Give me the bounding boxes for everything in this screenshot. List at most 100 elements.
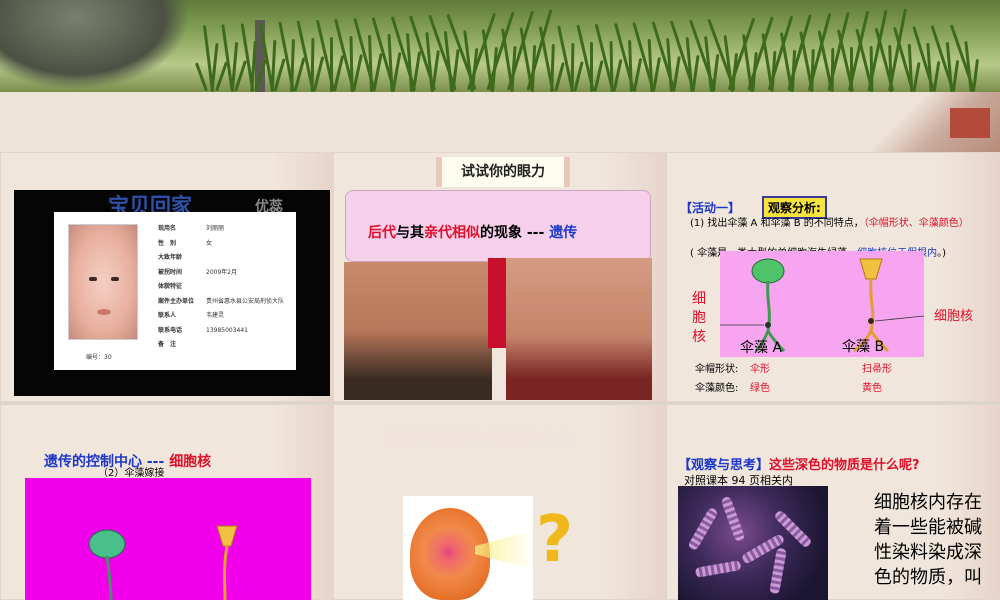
grass-blade [450,48,460,92]
color-a: 绿色 [750,383,770,394]
grass-blade [352,54,363,92]
text-offspring: 后代 [368,225,396,241]
grass-blade [609,40,613,92]
grass-blade [273,58,286,92]
info-row: 联系电话 13985003441 [158,324,284,339]
task-hint: （伞帽形状、伞藻颜色） [863,218,969,229]
grafting-svg [88,525,238,600]
grass-blade [907,43,913,92]
grass-blade [214,61,228,92]
info-row: 体貌特征 [158,280,284,295]
grass-blade [293,57,305,92]
grass-blade [612,59,623,92]
info-row: 大致年龄 [158,251,284,266]
info-value: 贵州省惠水县公安局刑侦大队 [206,297,285,305]
grass-blade [332,55,344,92]
card-number: 编号：30 [86,354,112,361]
grass-blade [711,53,719,92]
info-value: 刘丽丽 [206,225,225,232]
grass-blade [671,55,681,92]
task-line-1: (1) 找出伞藻 A 和伞藻 B 的不同特点，（伞帽形状、伞藻颜色） [690,218,980,230]
info-key: 体貌特征 [158,283,183,290]
info-key: 性 别 [158,239,177,247]
algae-a-label: 伞藻 A [740,340,783,356]
baby-photo [68,224,138,340]
grass-blade [951,59,960,92]
text-heredity: 遗传 [549,225,578,241]
info-key: 被拐时间 [158,268,183,276]
grass-blade [550,43,555,92]
baby-mouth [97,309,111,315]
info-value: 13985003441 [206,326,248,334]
grass-blade [691,54,700,92]
info-key: 案件主办单位 [158,297,195,305]
chromosome-icon [694,560,742,578]
grass-blade [371,53,383,92]
grafting-subtitle: （2）伞藻嫁接 [98,468,165,479]
grass-blade [912,61,921,92]
info-row: 现用名 刘丽丽 [158,222,284,237]
grass-blade [431,49,440,92]
scroll-title: 试试你的眼力 [436,157,570,187]
cap-shape-a: 伞形 [750,364,770,375]
info-value: 女 [206,239,213,247]
blank-slide-row [0,92,1000,152]
activity-label: 【活动一】 [680,201,741,215]
info-value: 2009年2月 [206,268,238,276]
grass-blade [573,61,584,92]
info-row: 性 别女 [158,237,284,252]
observe-box: 观察分析: [762,196,827,219]
text-with: 与其 [396,225,424,241]
text-parent-similar: 亲代相似 [424,225,480,241]
grass-blade [194,62,209,92]
grafting-algae-yellow-icon [216,525,238,600]
chromosome-icon [720,495,746,543]
photo-divider [488,258,506,348]
grass-blade [651,57,662,92]
cap-shape-b: 扫帚形 [862,364,892,375]
question-mark-icon: ? [536,503,574,577]
baby-eye [89,277,97,281]
grass-blade [411,51,421,92]
grass-blade [971,58,979,92]
grass-blade [553,62,565,92]
grass-blade [330,37,333,92]
title-bracket: 【观察与思考】 [678,458,770,473]
text-phenomenon: 的现象 --- [480,225,550,241]
grandfather-photo [506,258,652,400]
grass-blade [349,35,353,92]
grass-blade [932,60,940,92]
grass-blade [647,38,653,92]
color-label: 伞藻颜色: [695,383,739,394]
grass-blade [628,39,633,92]
info-value: 韦建灵 [206,312,225,319]
title-nucleus: 细胞核 [169,454,212,470]
corner-house-icon [950,108,990,138]
task-note-end: 。) [937,248,946,259]
info-key: 备 注 [158,341,177,348]
title-question: 这些深色的物质是什么呢? [769,458,920,473]
bird-image [0,0,190,90]
grass-blade [312,56,325,92]
faint-title: 细胞核是遗传的控制中心 [384,430,571,450]
chromosome-icon [769,547,787,595]
grass-blade [368,34,373,92]
color-b: 黄色 [862,383,882,394]
grafting-algae-green-icon [88,529,126,600]
grass-blade [590,42,593,92]
heredity-definition: 后代与其亲代相似的现象 --- 遗传 [368,222,577,242]
info-row: 联系人 韦建灵 [158,309,284,324]
chromatin-description: 细胞核内存在着一些能被碱性染料染成深色的物质，叫 [874,492,982,588]
info-row: 被拐时间 2009年2月 [158,266,284,281]
algae-b-label: 伞藻 B [842,339,885,355]
grass-blade [570,42,574,92]
nucleus-label-left: 细胞核 [692,291,706,345]
info-row: 备 注 [158,338,284,353]
grass-blade [666,37,673,92]
observe-think-title: 【观察与思考】这些深色的物质是什么呢? [678,454,920,473]
grass-blade [632,58,642,92]
info-key: 联系人 [158,312,177,319]
baby-eye [111,277,119,281]
info-key: 联系电话 [158,326,183,334]
nucleus-label-right: 细胞核 [934,309,974,324]
